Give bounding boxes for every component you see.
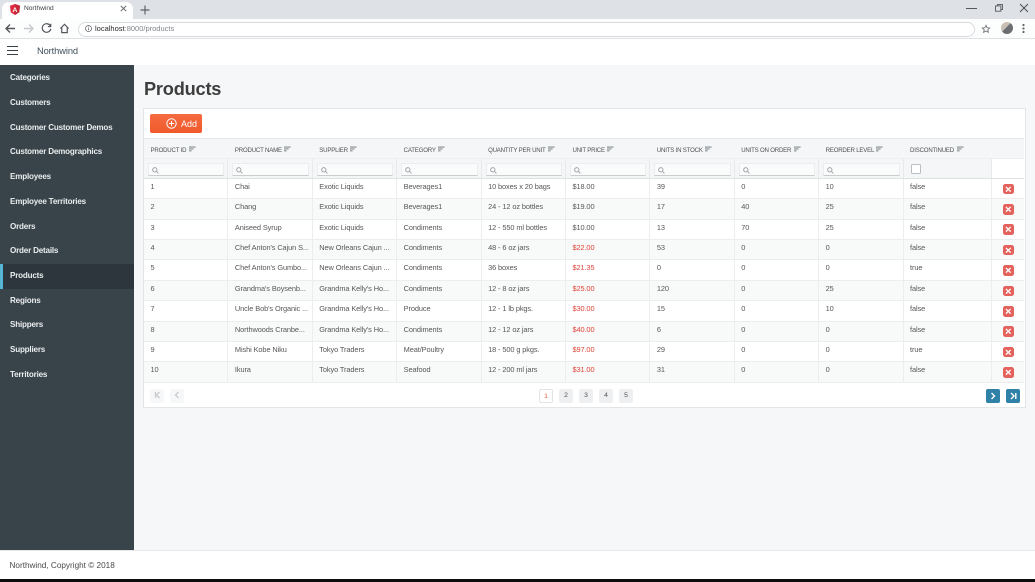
svg-text:A: A — [13, 7, 18, 14]
